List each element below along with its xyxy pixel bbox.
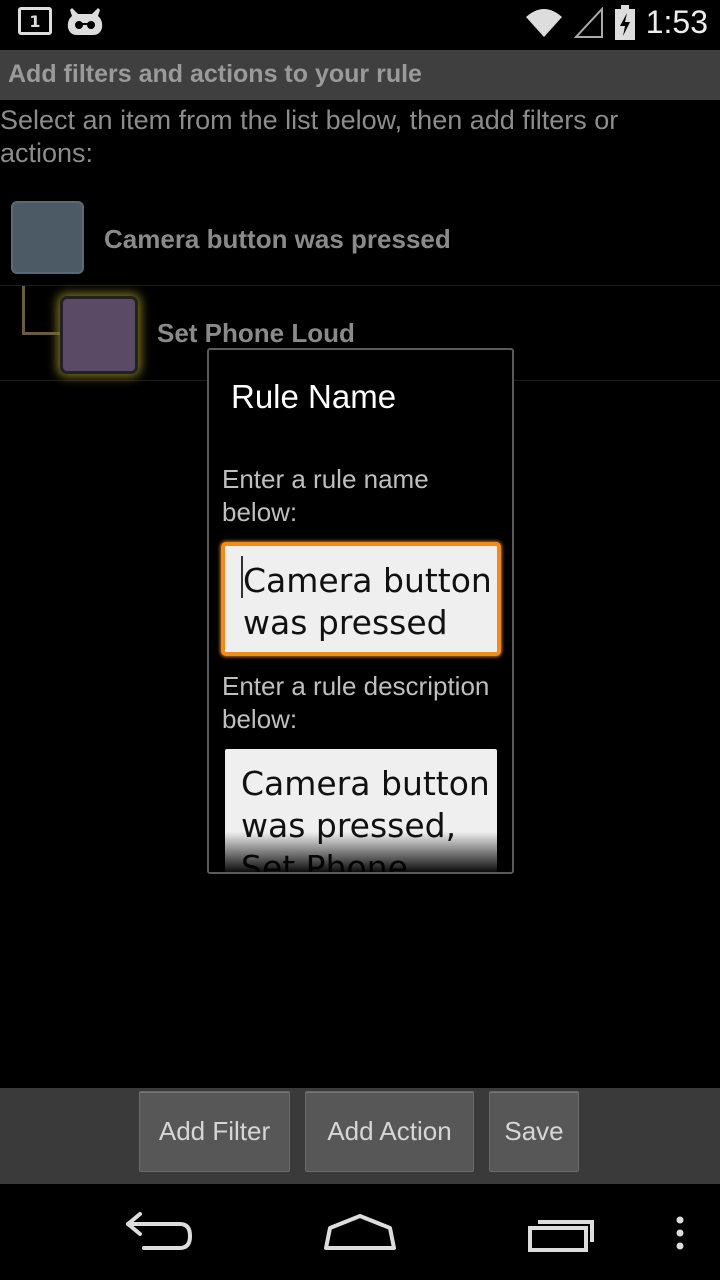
back-icon[interactable] (124, 1212, 194, 1252)
status-time: 1:53 (645, 4, 708, 40)
status-bar: 1 1:53 (0, 0, 720, 50)
rule-name-label: Enter a rule name below: (222, 464, 429, 527)
recent-apps-icon[interactable] (526, 1212, 598, 1254)
tree-item-label: Camera button was pressed (104, 224, 451, 254)
instructions-text: Select an item from the list below, then… (0, 105, 619, 168)
overflow-menu-icon[interactable] (672, 1216, 688, 1252)
tree-item-label: Set Phone Loud (157, 318, 355, 348)
rule-description-label: Enter a rule description below: (222, 671, 490, 734)
signal-icon (573, 6, 603, 38)
dialog-title: Rule Name (231, 378, 397, 415)
battery-charging-icon (614, 4, 635, 40)
status-bar-system-icons: 1:53 (524, 4, 708, 41)
cyanogenmod-icon (67, 8, 103, 35)
navigation-bar (0, 1184, 720, 1280)
rule-name-dialog: Rule Name Enter a rule name below: Camer… (207, 348, 514, 874)
add-action-button[interactable]: Add Action (305, 1091, 474, 1172)
home-icon[interactable] (322, 1212, 398, 1254)
action-bar: Add filters and actions to your rule (0, 50, 720, 100)
tree-connector-line (22, 286, 25, 334)
calendar-notification-icon: 1 (18, 7, 52, 35)
button-bar: Add Filter Add Action Save (0, 1088, 720, 1184)
filter-icon (11, 201, 84, 274)
status-bar-notifications: 1 (18, 6, 104, 36)
action-icon (60, 296, 138, 374)
rule-name-input[interactable]: Camera button was pressed (221, 542, 501, 656)
page-title: Add filters and actions to your rule (8, 60, 422, 88)
wifi-icon (525, 8, 562, 37)
tree-connector-line (22, 332, 62, 335)
rule-name-value: Camera button was pressed (243, 561, 492, 642)
notification-count: 1 (29, 11, 41, 31)
save-button[interactable]: Save (489, 1091, 579, 1172)
scroll-fade (209, 832, 512, 872)
add-filter-button[interactable]: Add Filter (139, 1091, 290, 1172)
tree-item-filter[interactable]: Camera button was pressed (0, 190, 720, 286)
